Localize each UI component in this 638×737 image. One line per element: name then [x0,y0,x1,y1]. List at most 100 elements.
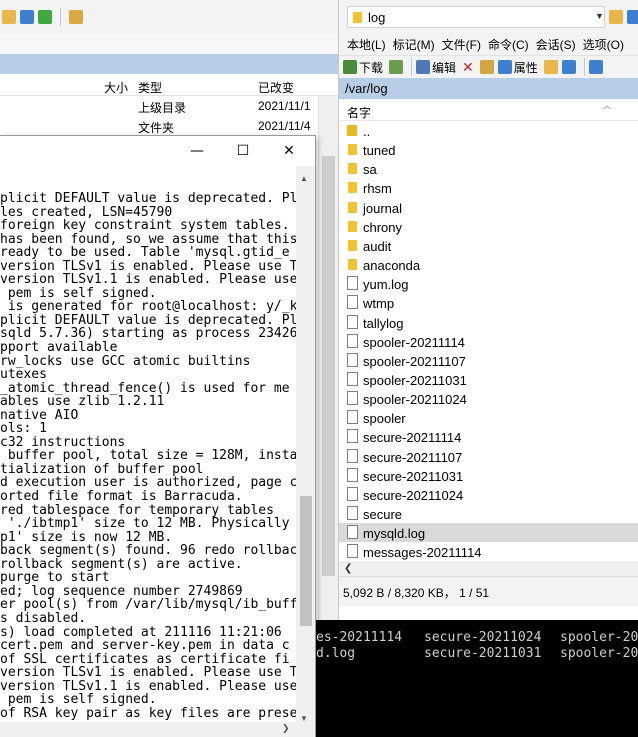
folder-icon [353,12,362,23]
current-path: /var/log [345,81,388,96]
menu-session[interactable]: 会话(S) [536,36,576,53]
file-icon [347,525,358,540]
file-name: anaconda [363,258,421,274]
maximize-button[interactable]: ☐ [220,136,266,166]
address-combobox[interactable]: log ▼ [347,6,605,28]
chevron-down-icon[interactable]: ▼ [595,11,604,21]
terminal-row: d.log secure-20211031 spooler-20 [316,646,638,661]
scroll-down-icon[interactable]: ▼ [300,714,308,723]
rename-icon[interactable] [479,60,494,74]
column-name[interactable]: 名字 [347,104,371,121]
toolbar-divider [411,58,413,76]
file-row[interactable]: tuned [339,140,638,159]
scroll-up-icon[interactable]: ▲ [300,174,308,183]
file-name: mysqld.log [363,526,426,542]
row-modified: 2021/11/1 [258,99,311,113]
open-folder-icon[interactable] [609,10,623,24]
local-row[interactable]: 上级目录 2021/11/1 [0,96,338,116]
refresh-icon[interactable] [38,10,52,24]
file-name: audit [363,238,392,254]
console-line: version TLSv1.1 is enabled. Please use [0,272,296,288]
minimize-button[interactable]: — [174,136,220,166]
scroll-right-icon[interactable]: ❯ [282,723,290,734]
file-row[interactable]: audit [339,236,638,255]
close-button[interactable]: ✕ [266,136,312,166]
tree-view-icon[interactable] [69,10,83,24]
file-row[interactable]: yum.log [339,274,638,293]
file-row[interactable]: secure-20211107 [339,447,638,466]
terminal-output[interactable]: es-20211114 secure-20211024 spooler-20 d… [316,620,638,737]
menu-file[interactable]: 文件(F) [442,36,481,53]
open-folder-icon[interactable] [2,10,16,24]
properties-button[interactable]: 属性 [497,59,538,76]
file-row[interactable]: secure-20211031 [339,466,638,485]
console-line: utexes [0,367,47,383]
menu-local[interactable]: 本地(L) [347,36,386,53]
scroll-thumb[interactable] [322,156,335,576]
file-row[interactable]: secure-20211114 [339,427,638,446]
file-row[interactable]: wtmp [339,293,638,312]
local-path-bar[interactable] [0,54,338,74]
file-row[interactable]: chrony [339,217,638,236]
folder-icon [348,144,357,156]
remote-path-bar[interactable]: /var/log [339,78,638,99]
console-line: c32 instructions [0,434,126,450]
new-folder-icon[interactable] [543,60,558,74]
local-row[interactable]: 文件夹 2021/11/4 [0,116,338,136]
file-row[interactable]: messages-20211114 [339,542,638,561]
console-line: er pool(s) from /var/lib/mysql/ib_buff [0,597,296,613]
close-icon: ✕ [283,143,295,159]
scroll-left-icon[interactable]: ❮ [344,563,352,574]
remote-horizontal-scrollbar[interactable]: ❮ [339,562,638,576]
file-name: wtmp [363,296,395,312]
console-window: — ☐ ✕ plicit DEFAULT value is deprecated… [0,135,316,737]
home-icon[interactable] [627,10,638,24]
console-titlebar[interactable]: — ☐ ✕ [0,136,315,166]
file-icon [347,410,358,425]
console-line: ready to be used. Table 'mysql.gtid_e [0,245,290,261]
column-size[interactable]: 大小 [104,79,128,96]
file-row[interactable]: spooler-20211024 [339,389,638,408]
folder-icon [348,259,357,271]
menu-options[interactable]: 选项(O) [583,36,624,53]
download-button[interactable]: 下载 [343,59,383,76]
plus-icon[interactable] [588,60,603,74]
file-row[interactable]: tallylog [339,313,638,332]
menu-command[interactable]: 命令(C) [488,36,529,53]
file-name: messages-20211114 [363,545,482,561]
file-row[interactable]: secure [339,504,638,523]
upload-icon[interactable] [389,60,404,74]
file-row[interactable]: mysqld.log [339,523,638,543]
file-row[interactable]: spooler-20211114 [339,332,638,351]
console-vertical-scrollbar[interactable]: ▲ ▼ [296,166,315,737]
scroll-thumb[interactable] [300,496,312,626]
file-row[interactable]: spooler-20211031 [339,370,638,389]
edit-label: 编辑 [432,60,457,75]
terminal-cell: es-20211114 [316,630,403,645]
folder-icon [348,201,357,213]
file-icon [347,371,358,386]
file-row[interactable]: sa [339,159,638,178]
home-icon[interactable] [20,10,34,24]
file-row[interactable]: anaconda [339,255,638,274]
console-output[interactable]: plicit DEFAULT value is deprecated. Pl le… [0,192,296,722]
remote-menu-bar: 本地(L) 标记(M) 文件(F) 命令(C) 会话(S) 选项(O) [339,33,638,55]
menu-mark[interactable]: 标记(M) [393,36,435,53]
column-modified[interactable]: 已改变 [258,79,294,96]
terminal-cell: spooler-20 [560,630,638,645]
folder-icon [348,239,357,251]
edit-icon [416,60,431,74]
file-row[interactable]: .. [339,121,638,140]
copy-path-icon[interactable] [561,60,576,74]
file-row[interactable]: journal [339,198,638,217]
delete-icon[interactable]: ✕ [462,59,474,76]
edit-button[interactable]: 编辑 [416,59,456,76]
row-modified: 2021/11/4 [258,119,311,133]
file-row[interactable]: secure-20211024 [339,485,638,504]
file-row[interactable]: spooler [339,408,638,427]
file-row[interactable]: rhsm [339,178,638,197]
file-row[interactable]: spooler-20211107 [339,351,638,370]
console-horizontal-scrollbar[interactable]: ❯ [0,722,296,737]
column-type[interactable]: 类型 [138,79,162,96]
console-line: pport available [0,340,118,356]
